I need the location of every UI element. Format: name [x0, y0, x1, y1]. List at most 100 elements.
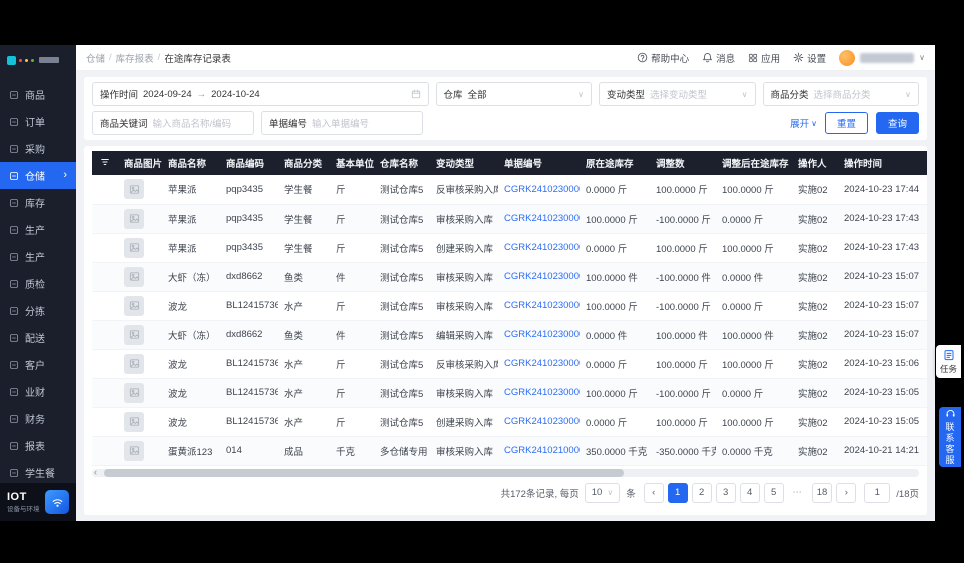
cell-operator: 实施02: [792, 204, 838, 234]
product-image-placeholder: [124, 179, 144, 200]
sidebar-item-production-2[interactable]: 生产: [0, 243, 76, 270]
sidebar-item-label: 商品: [25, 91, 45, 102]
sidebar-item-production-1[interactable]: 生产: [0, 216, 76, 243]
horizontal-scrollbar[interactable]: ‹: [92, 467, 919, 477]
sidebar-item-sorting[interactable]: 分拣: [0, 297, 76, 324]
cell-category: 学生餐: [278, 233, 330, 263]
sidebar-item-student-meal[interactable]: 学生餐: [0, 459, 76, 483]
row-leading-cell: [92, 436, 118, 466]
cell-doc-no: CGRK24102300001: [498, 407, 580, 437]
sidebar-item-delivery[interactable]: 配送: [0, 324, 76, 351]
doc-number-link[interactable]: CGRK24102300002: [504, 242, 580, 253]
filter-label: 操作时间: [100, 90, 139, 101]
search-button[interactable]: 查询: [875, 112, 919, 134]
doc-number-link[interactable]: CGRK24102300002: [504, 184, 580, 195]
row-leading-cell: [92, 378, 118, 408]
column-header: 仓库名称: [374, 151, 430, 175]
date-range-picker[interactable]: 操作时间 2024-09-24 → 2024-10-24: [92, 82, 429, 106]
cell-after: 100.0000 斤: [716, 349, 792, 379]
table-row: 苹果派pqp3435学生餐斤测试仓库5创建采购入库 CGRK24102300002…: [92, 233, 927, 263]
cell-code: BL124157368: [220, 349, 278, 379]
sidebar-item-orders[interactable]: 订单: [0, 108, 76, 135]
cell-unit: 斤: [330, 233, 374, 263]
support-fab[interactable]: 联系客服: [939, 407, 961, 467]
table-row: 波龙BL124157368水产斤测试仓库5反审核采购入库 CGRK24102300…: [92, 349, 927, 379]
chevron-down-icon: ∨: [905, 89, 911, 99]
keyword-input[interactable]: 商品关键词 输入商品名称/编码: [92, 111, 254, 135]
cell-name: 波龙: [162, 378, 220, 408]
doc-number-link[interactable]: CGRK24102100002: [504, 445, 580, 456]
sidebar-item-finance[interactable]: 财务: [0, 405, 76, 432]
doc-number-link[interactable]: CGRK24102300001: [504, 300, 580, 311]
sidebar-item-biz-finance[interactable]: 业财: [0, 378, 76, 405]
doc-no-input[interactable]: 单据编号 输入单据编号: [261, 111, 423, 135]
user-menu[interactable]: ∨: [839, 49, 925, 66]
sidebar-item-inventory[interactable]: 库存: [0, 189, 76, 216]
change-type-select[interactable]: 变动类型 选择变动类型 ∨: [599, 82, 756, 106]
page-button-1[interactable]: 1: [667, 482, 688, 503]
product-image-placeholder: [124, 382, 144, 403]
topbar-action-apps[interactable]: 应用: [748, 51, 780, 65]
tasks-fab[interactable]: 任务: [936, 345, 961, 378]
sidebar-item-quality[interactable]: 质检: [0, 270, 76, 297]
reset-button[interactable]: 重置: [824, 112, 868, 134]
goods-icon: [9, 90, 19, 100]
expand-toggle[interactable]: 展开 ∨: [790, 116, 817, 131]
column-header: 变动类型: [430, 151, 498, 175]
warehouse-value: 全部: [467, 90, 487, 101]
purchase-icon: [9, 144, 19, 154]
page-size-select[interactable]: 10 ∨: [584, 482, 621, 503]
cell-before: 0.0000 斤: [580, 407, 650, 437]
doc-number-link[interactable]: CGRK24102300001: [504, 358, 580, 369]
doc-placeholder: 输入单据编号: [312, 119, 370, 130]
scroll-left-icon[interactable]: ‹: [94, 467, 97, 477]
page-button-5[interactable]: 5: [763, 482, 784, 503]
page-button-4[interactable]: 4: [739, 482, 760, 503]
filter-label: 商品关键词: [100, 119, 148, 130]
doc-number-link[interactable]: CGRK24102300001: [504, 329, 580, 340]
column-settings-icon[interactable]: [92, 151, 118, 175]
sidebar-item-reports[interactable]: 报表: [0, 432, 76, 459]
page-button-18[interactable]: 18: [811, 482, 833, 503]
topbar-action-messages[interactable]: 消息: [702, 51, 735, 65]
scrollbar-thumb[interactable]: [104, 468, 624, 477]
cell-warehouse: 测试仓库5: [374, 378, 430, 408]
prev-page-button[interactable]: ‹: [643, 482, 664, 503]
orders-icon: [9, 117, 19, 127]
sidebar-item-customers[interactable]: 客户: [0, 351, 76, 378]
iot-title: IOT: [7, 490, 27, 503]
sidebar-item-warehouse[interactable]: 仓储 ›: [0, 162, 76, 189]
doc-number-link[interactable]: CGRK24102300001: [504, 387, 580, 398]
page-button-3[interactable]: 3: [715, 482, 736, 503]
cell-name: 大虾（冻）: [162, 262, 220, 292]
breadcrumb-item[interactable]: 仓储: [86, 51, 105, 65]
arrow-right-icon: →: [196, 88, 207, 100]
page-ellipsis: ⋯: [792, 487, 803, 498]
iot-footer[interactable]: IOT 设备与环境: [0, 483, 76, 521]
page-button-2[interactable]: 2: [691, 482, 712, 503]
doc-number-link[interactable]: CGRK24102300001: [504, 271, 580, 282]
product-image-cell: [118, 291, 162, 321]
doc-number-link[interactable]: CGRK24102300001: [504, 416, 580, 427]
category-select[interactable]: 商品分类 选择商品分类 ∨: [762, 82, 919, 106]
headset-icon: [945, 408, 956, 419]
cell-doc-no: CGRK24102300001: [498, 291, 580, 321]
row-leading-cell: [92, 320, 118, 350]
doc-number-link[interactable]: CGRK24102300002: [504, 213, 580, 224]
app-logo: [0, 49, 76, 71]
date-from-value: 2024-09-24: [143, 88, 192, 100]
column-header: 原在途库存: [580, 151, 650, 175]
sidebar-menu: 商品 订单 采购 仓储 › 库存 生产 生产 质检 分拣 配送 客户 业财 财务 报表 学生餐: [0, 71, 76, 483]
breadcrumb-item[interactable]: 库存报表: [116, 51, 154, 65]
product-image-placeholder: [124, 295, 144, 316]
next-page-button[interactable]: ›: [836, 482, 857, 503]
topbar-action-settings[interactable]: 设置: [793, 51, 826, 65]
chevron-right-icon: ›: [63, 169, 67, 181]
chevron-down-icon: ∨: [741, 89, 748, 99]
page-jump-input[interactable]: 1: [864, 482, 891, 503]
sidebar-item-purchase[interactable]: 采购: [0, 135, 76, 162]
sidebar-item-goods[interactable]: 商品: [0, 81, 76, 108]
cell-after: 100.0000 件: [716, 320, 792, 350]
topbar-action-help[interactable]: 帮助中心: [637, 51, 689, 65]
warehouse-select[interactable]: 仓库 全部 ∨: [435, 82, 593, 106]
